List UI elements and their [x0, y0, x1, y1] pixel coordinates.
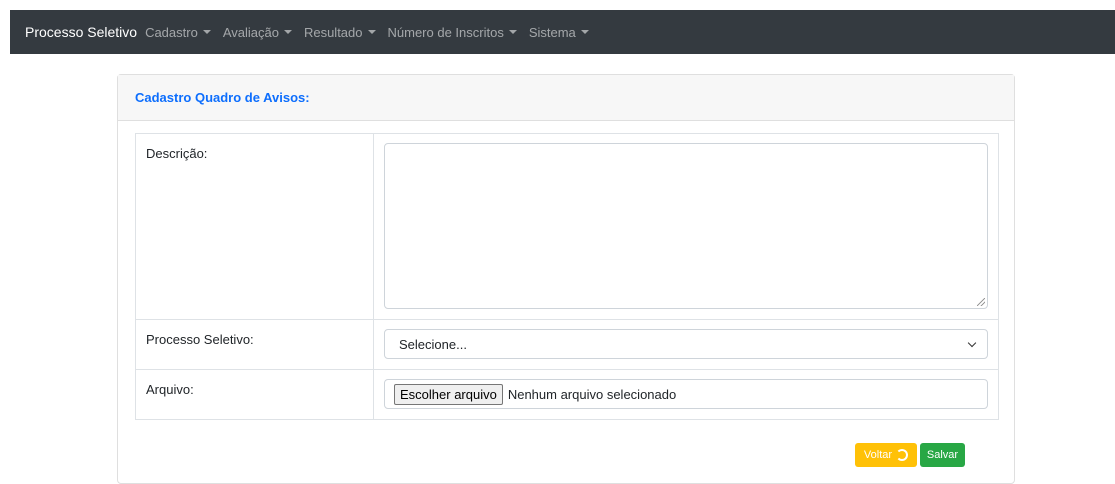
card-header: Cadastro Quadro de Avisos: — [118, 75, 1014, 121]
nav-item-avaliacao[interactable]: Avaliação — [223, 25, 292, 40]
caret-down-icon — [508, 30, 517, 34]
voltar-label: Voltar — [863, 449, 893, 461]
nav-item-numero-de-inscritos[interactable]: Número de Inscritos — [388, 25, 517, 40]
form-table: Descrição: Processo Seletivo: Selecione.… — [135, 133, 999, 420]
nav-item-label: Número de Inscritos — [387, 24, 504, 40]
arquivo-label: Arquivo: — [135, 369, 374, 420]
nav-item-cadastro[interactable]: Cadastro — [145, 25, 211, 40]
descricao-textarea[interactable] — [384, 143, 988, 309]
file-status-text: Nenhum arquivo selecionado — [507, 386, 677, 402]
processo-label: Processo Seletivo: — [135, 319, 374, 370]
nav-item-label: Sistema — [528, 24, 576, 40]
top-navbar: Processo Seletivo Cadastro Avaliação Res… — [10, 10, 1115, 54]
arquivo-cell: Escolher arquivo Nenhum arquivo selecion… — [373, 369, 999, 420]
arquivo-row: Arquivo: Escolher arquivo Nenhum arquivo… — [135, 369, 999, 420]
nav-item-label: Resultado — [303, 24, 363, 40]
card-title: Cadastro Quadro de Avisos: — [135, 90, 310, 105]
form-card: Cadastro Quadro de Avisos: Descrição: Pr… — [117, 74, 1015, 484]
salvar-button[interactable]: Salvar — [920, 443, 965, 467]
caret-down-icon — [283, 30, 292, 34]
nav-item-resultado[interactable]: Resultado — [304, 25, 376, 40]
chevron-down-icon — [967, 338, 977, 347]
arquivo-file-input[interactable]: Escolher arquivo Nenhum arquivo selecion… — [384, 379, 988, 409]
descricao-label: Descrição: — [135, 133, 374, 320]
nav-item-sistema[interactable]: Sistema — [529, 25, 589, 40]
undo-icon — [896, 449, 909, 461]
navbar-brand[interactable]: Processo Seletivo — [25, 24, 137, 40]
resize-handle-icon[interactable] — [977, 298, 985, 306]
caret-down-icon — [202, 30, 211, 34]
processo-cell: Selecione... — [373, 319, 999, 370]
choose-file-button[interactable]: Escolher arquivo — [394, 383, 503, 405]
nav-item-label: Cadastro — [145, 24, 198, 40]
salvar-label: Salvar — [926, 449, 959, 461]
caret-down-icon — [580, 30, 589, 34]
processo-selected-value: Selecione... — [399, 336, 467, 352]
descricao-cell — [373, 133, 999, 320]
descricao-row: Descrição: — [135, 133, 999, 320]
processo-row: Processo Seletivo: Selecione... — [135, 319, 999, 370]
nav-item-label: Avaliação — [222, 24, 279, 40]
processo-select[interactable]: Selecione... — [384, 329, 988, 359]
voltar-button[interactable]: Voltar — [855, 443, 917, 467]
caret-down-icon — [367, 30, 376, 34]
